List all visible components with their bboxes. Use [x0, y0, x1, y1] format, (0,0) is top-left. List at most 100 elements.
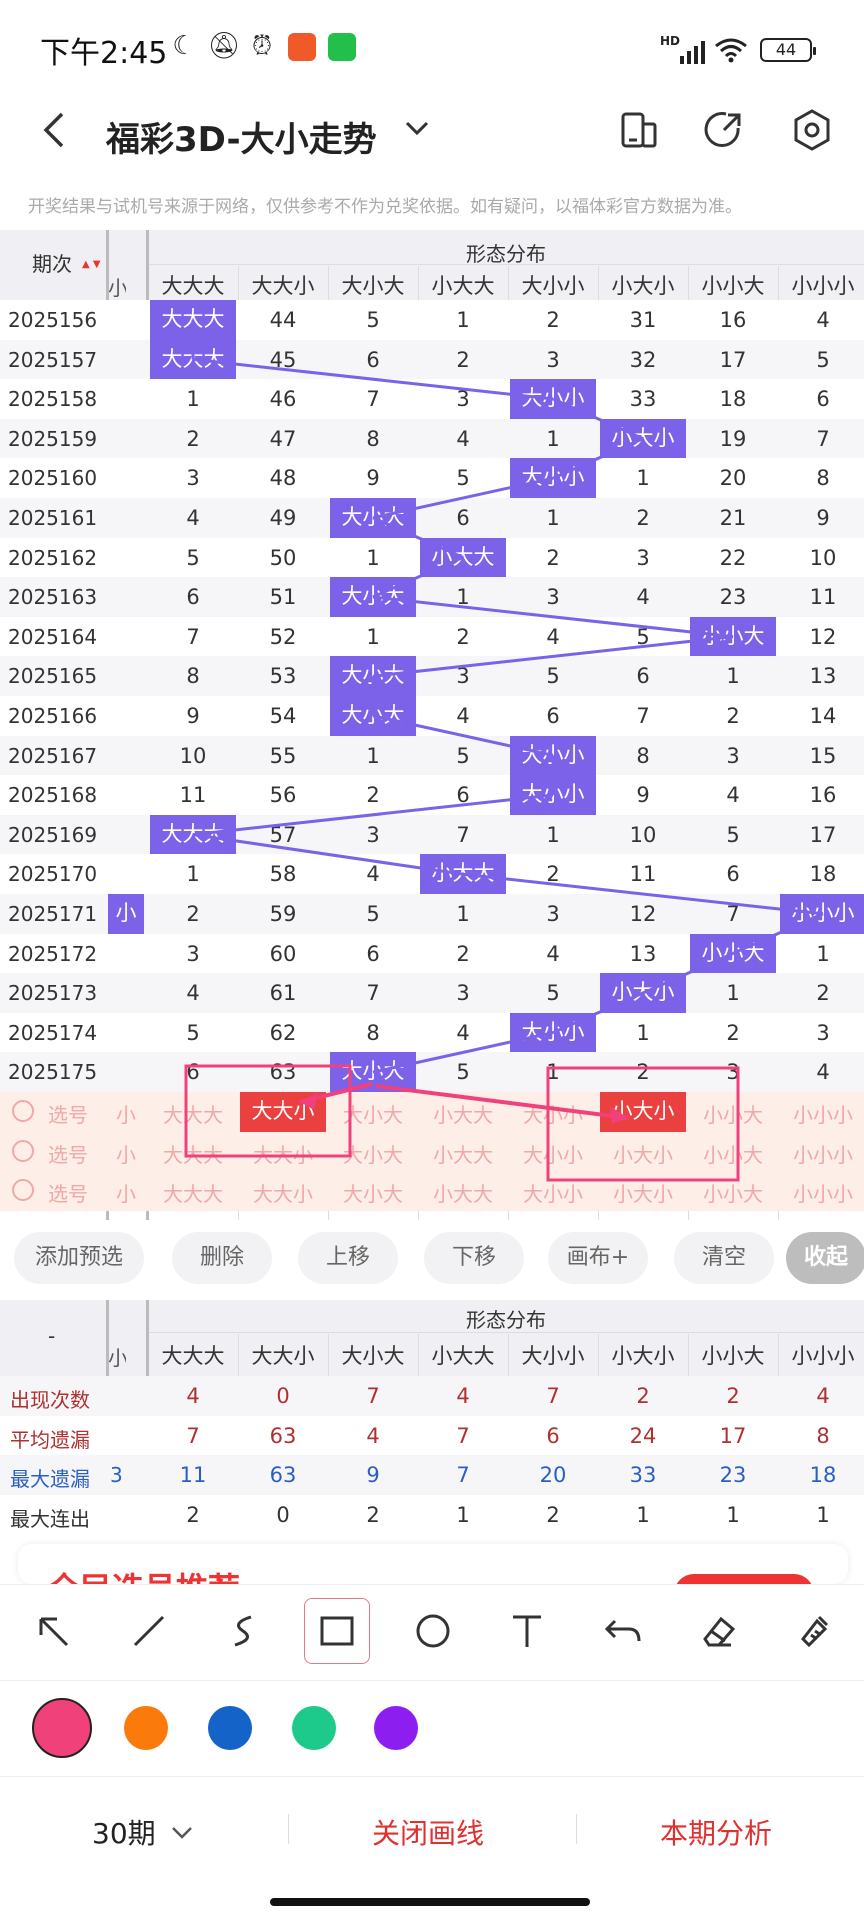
hit-cell[interactable]: 大小小: [510, 1012, 596, 1053]
hit-cell[interactable]: 大大大: [150, 339, 236, 380]
miss-value[interactable]: 56: [238, 783, 328, 807]
miss-value[interactable]: 19: [688, 427, 778, 451]
miss-value[interactable]: 5: [688, 823, 778, 847]
miss-value[interactable]: 52: [238, 625, 328, 649]
miss-value[interactable]: 2: [418, 348, 508, 372]
selected-pick[interactable]: 小大小: [600, 1092, 686, 1132]
pick-option[interactable]: 小大小: [598, 1139, 688, 1168]
miss-value[interactable]: 47: [238, 427, 328, 451]
miss-value[interactable]: 1: [688, 981, 778, 1005]
miss-value[interactable]: 61: [238, 981, 328, 1005]
pick-option[interactable]: 大小小: [508, 1099, 598, 1128]
miss-value[interactable]: 5: [598, 625, 688, 649]
miss-value[interactable]: 21: [688, 506, 778, 530]
miss-value[interactable]: 44: [238, 308, 328, 332]
miss-value[interactable]: 5: [328, 308, 418, 332]
hit-cell[interactable]: 小小小: [780, 894, 864, 934]
miss-value[interactable]: 1: [148, 862, 238, 886]
miss-value[interactable]: 20: [688, 466, 778, 490]
pick-partial[interactable]: 小: [108, 1178, 144, 1207]
miss-value[interactable]: 7: [148, 625, 238, 649]
miss-value[interactable]: 7: [328, 387, 418, 411]
miss-value[interactable]: 6: [598, 664, 688, 688]
miss-value[interactable]: 18: [778, 862, 864, 886]
pick-option[interactable]: 小小小: [778, 1139, 864, 1168]
pick-option[interactable]: 小大大: [418, 1139, 508, 1168]
miss-value[interactable]: 10: [778, 546, 864, 570]
pick-option[interactable]: 小小小: [778, 1099, 864, 1128]
close-lines-button[interactable]: 关闭画线: [372, 1812, 484, 1852]
miss-value[interactable]: 2: [418, 942, 508, 966]
hit-cell[interactable]: 小小大: [690, 616, 776, 657]
period-selector[interactable]: 30期: [92, 1812, 156, 1852]
miss-value[interactable]: 10: [598, 823, 688, 847]
miss-value[interactable]: 7: [418, 823, 508, 847]
miss-value[interactable]: 6: [148, 585, 238, 609]
miss-value[interactable]: 3: [418, 981, 508, 1005]
miss-value[interactable]: 9: [778, 506, 864, 530]
miss-value[interactable]: 13: [778, 664, 864, 688]
hit-cell[interactable]: 大小小: [510, 379, 596, 419]
miss-value[interactable]: 17: [688, 348, 778, 372]
miss-value[interactable]: 12: [778, 625, 864, 649]
hit-cell[interactable]: 小大大: [420, 537, 506, 578]
action-button[interactable]: 清空: [674, 1232, 774, 1284]
hit-cell[interactable]: 大小大: [330, 656, 416, 696]
miss-value[interactable]: 1: [328, 744, 418, 768]
action-button[interactable]: 添加预选: [14, 1232, 144, 1284]
miss-value[interactable]: 17: [778, 823, 864, 847]
miss-value[interactable]: 4: [148, 506, 238, 530]
miss-value[interactable]: 16: [688, 308, 778, 332]
miss-value[interactable]: 1: [508, 427, 598, 451]
action-button[interactable]: 收起: [786, 1232, 864, 1284]
miss-value[interactable]: 1: [688, 664, 778, 688]
miss-value[interactable]: 11: [778, 585, 864, 609]
miss-value[interactable]: 4: [148, 981, 238, 1005]
miss-value[interactable]: 1: [778, 942, 864, 966]
pick-option[interactable]: 小大小: [598, 1178, 688, 1207]
miss-value[interactable]: 6: [148, 1060, 238, 1084]
miss-value[interactable]: 3: [508, 902, 598, 926]
miss-value[interactable]: 1: [328, 625, 418, 649]
miss-value[interactable]: 6: [328, 942, 418, 966]
pick-option[interactable]: 大大小: [238, 1139, 328, 1168]
column-header[interactable]: 大小小: [508, 270, 598, 300]
miss-value[interactable]: 3: [508, 585, 598, 609]
miss-value[interactable]: 10: [148, 744, 238, 768]
miss-value[interactable]: 45: [238, 348, 328, 372]
miss-value[interactable]: 62: [238, 1021, 328, 1045]
pick-label[interactable]: 选号: [48, 1178, 88, 1207]
miss-value[interactable]: 2: [508, 862, 598, 886]
miss-value[interactable]: 9: [328, 466, 418, 490]
miss-value[interactable]: 5: [148, 1021, 238, 1045]
miss-value[interactable]: 11: [598, 862, 688, 886]
miss-value[interactable]: 3: [598, 546, 688, 570]
miss-value[interactable]: 3: [148, 942, 238, 966]
miss-value[interactable]: 4: [778, 308, 864, 332]
miss-value[interactable]: 2: [688, 704, 778, 728]
miss-value[interactable]: 57: [238, 823, 328, 847]
miss-value[interactable]: 63: [238, 1060, 328, 1084]
column-header[interactable]: 大大大: [148, 270, 238, 300]
miss-value[interactable]: 1: [508, 1060, 598, 1084]
miss-value[interactable]: 1: [418, 585, 508, 609]
miss-value[interactable]: 2: [778, 981, 864, 1005]
action-button[interactable]: 上移: [298, 1232, 398, 1284]
color-swatch[interactable]: [208, 1706, 252, 1750]
undo-icon[interactable]: [590, 1598, 656, 1664]
miss-value[interactable]: 1: [418, 308, 508, 332]
pick-label[interactable]: 选号: [48, 1139, 88, 1168]
color-swatch[interactable]: [292, 1706, 336, 1750]
line-tool-icon[interactable]: [116, 1598, 182, 1664]
miss-value[interactable]: 1: [598, 466, 688, 490]
chevron-down-icon[interactable]: [404, 118, 430, 142]
miss-value[interactable]: 60: [238, 942, 328, 966]
miss-value[interactable]: 16: [778, 783, 864, 807]
miss-value[interactable]: 6: [328, 348, 418, 372]
miss-value[interactable]: 1: [508, 823, 598, 847]
pick-option[interactable]: 小小大: [688, 1178, 778, 1207]
miss-value[interactable]: 4: [688, 783, 778, 807]
pick-option[interactable]: 小小小: [778, 1178, 864, 1207]
miss-value[interactable]: 8: [328, 1021, 418, 1045]
miss-value[interactable]: 3: [148, 466, 238, 490]
